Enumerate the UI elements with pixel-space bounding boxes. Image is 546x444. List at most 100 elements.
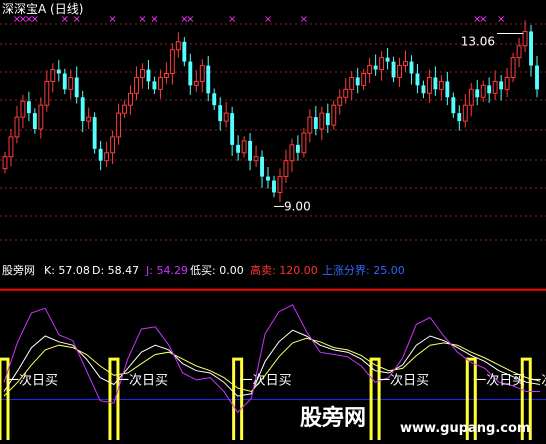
candle-body (433, 77, 438, 90)
candle-body (319, 112, 325, 130)
candle-body (68, 76, 74, 90)
candle-body (277, 176, 283, 193)
x-marker: × (138, 14, 146, 25)
candle-body (62, 73, 67, 90)
x-marker: × (264, 14, 272, 25)
candle-body (361, 73, 367, 86)
candle-body (74, 77, 79, 98)
candle-body (403, 61, 408, 67)
candle-body (32, 113, 37, 129)
candle-body (504, 76, 510, 90)
candle-body (397, 65, 402, 78)
candle-body (295, 144, 300, 153)
candle-body (373, 65, 378, 70)
x-marker-row: ×××× × × × × × ×× × × × ×× × (13, 14, 506, 25)
candle-body (253, 156, 259, 162)
candle-body (44, 80, 50, 106)
candle-body (14, 116, 20, 138)
candles-group (2, 20, 539, 202)
indicator-source-label: 股旁网 (2, 263, 35, 277)
candle-body (2, 156, 8, 170)
low-buy-label: 低买: 0.00 (190, 264, 244, 277)
candle-body (289, 144, 295, 162)
candle-body (510, 57, 516, 78)
x-marker: × (300, 14, 308, 25)
j-value-label: J: 54.29 (145, 264, 188, 277)
signal-label: 一次日买 (377, 373, 429, 389)
x-marker: × (228, 14, 236, 25)
candle-body (468, 88, 474, 106)
candle-body (206, 65, 211, 94)
candle-body (169, 49, 175, 75)
signal-label: 一次日买 (240, 373, 292, 389)
candle-body (367, 65, 373, 74)
candle-body (98, 148, 103, 161)
candle-body (175, 41, 181, 51)
candle-body (337, 96, 343, 106)
candle-body (385, 57, 390, 62)
candle-body (122, 104, 127, 114)
candle-body (522, 30, 528, 47)
x-marker: × (186, 14, 194, 25)
kdj-indicator-chart: 一次日买一次日买一次日买一次日买一次日买一次日买 股旁网 www.gupang.… (0, 288, 546, 440)
high-sell-label: 高卖: 120.00 (250, 263, 318, 277)
candle-body (379, 57, 385, 71)
candle-body (199, 65, 205, 82)
x-marker: × (108, 14, 116, 25)
watermark: 股旁网 www.gupang.com (300, 405, 530, 436)
candle-body (26, 101, 31, 114)
price-grid (0, 23, 546, 241)
candle-body (492, 80, 498, 94)
candle-body (313, 117, 318, 129)
kdj-lines (3, 304, 541, 414)
candle-body (50, 69, 56, 82)
indicator-label-bar: 股旁网 K: 57.08 D: 58.47 J: 54.29 低买: 0.00 … (2, 263, 405, 277)
candle-body (355, 77, 360, 86)
candle-body (445, 81, 450, 98)
signal-label: 一次日买 (6, 373, 58, 389)
candle-body (391, 61, 396, 78)
chart-stage: × × × × × × × × × × × × × × × × × 13.06 9.00 深深宝A (日线) 股旁… (0, 0, 546, 444)
x-marker: × (479, 14, 487, 25)
candle-body (487, 85, 492, 94)
candle-body (223, 112, 229, 122)
candle-body (272, 180, 276, 193)
rise-line-label: 上涨分界: 25.00 (322, 264, 405, 277)
candle-body (20, 100, 26, 118)
candle-body (499, 81, 504, 90)
candle-body (134, 76, 139, 94)
candle-body (415, 73, 420, 86)
candle-body (128, 92, 133, 106)
chart-title: 深深宝A (日线) (2, 2, 83, 16)
candle-body (301, 132, 307, 154)
candle-body (212, 93, 217, 106)
signal-label: 一次日买 (116, 373, 168, 389)
candle-body (146, 69, 151, 82)
candle-body (86, 116, 92, 122)
candle-body (218, 105, 223, 122)
candle-body (307, 116, 313, 134)
low-price-label: 9.00 (284, 199, 311, 213)
candle-body (325, 113, 330, 126)
candle-body (529, 31, 533, 66)
candle-body (230, 113, 235, 145)
candle-body (110, 136, 116, 154)
candle-body (8, 136, 14, 158)
watermark-url: www.gupang.com (400, 421, 530, 436)
candle-body (193, 80, 199, 86)
candle-body (116, 112, 122, 138)
candle-body (480, 84, 486, 98)
candle-body (152, 81, 157, 90)
candle-body (462, 104, 468, 122)
candle-body (248, 140, 253, 161)
candlestick-chart: ×××× × × × × × ×× × × × ×× × 13.069.00 深深宝A (日线) (0, 2, 546, 241)
candle-body (182, 41, 187, 62)
candle-body (475, 89, 480, 98)
candle-body (283, 160, 289, 178)
candle-body (426, 76, 432, 94)
candle-body (266, 176, 270, 181)
high-price-label: 13.06 (461, 34, 495, 48)
candle-body (163, 73, 169, 78)
x-marker: × (150, 14, 158, 25)
candle-body (188, 61, 193, 86)
